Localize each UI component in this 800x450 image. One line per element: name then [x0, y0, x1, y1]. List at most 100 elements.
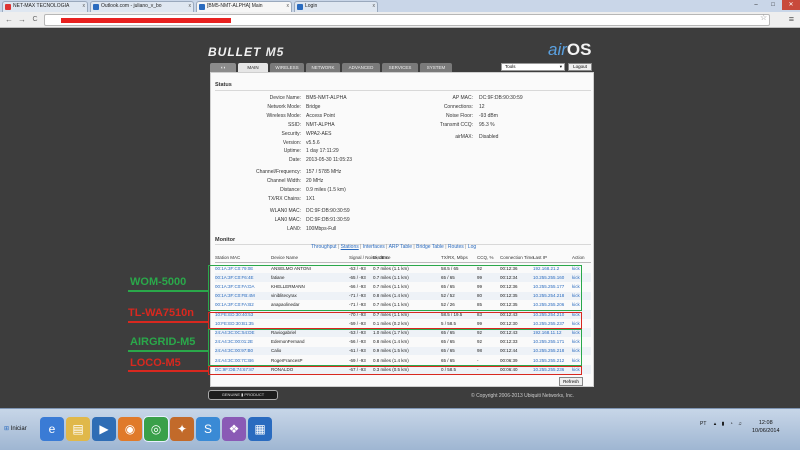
monitor-link-throughput[interactable]: Throughput — [311, 244, 337, 250]
monitor-link-log[interactable]: Log — [468, 244, 476, 250]
app-icon[interactable]: ▦ — [248, 417, 272, 441]
browser-tab[interactable]: Login x — [294, 1, 378, 12]
clock[interactable]: 12:08 10/06/2014 — [752, 419, 780, 435]
tab-label: [BM5-NMT-ALPHA] Main — [207, 3, 263, 9]
group-box-airgrid — [208, 329, 582, 366]
media-player-icon[interactable]: ▶ — [92, 417, 116, 441]
close-tab-icon[interactable]: x — [83, 2, 86, 11]
copyright-text: © Copyright 2006-2013 Ubiquiti Networks,… — [471, 393, 574, 399]
group-label-wom5000: WOM-5000 — [130, 276, 187, 288]
status-label: Connections: — [443, 103, 473, 110]
browser-tab[interactable]: NET-MAX TECNOLOGIA x — [2, 1, 88, 12]
column-header[interactable]: Distance — [373, 255, 391, 260]
status-label: AP MAC: — [452, 95, 473, 101]
close-tab-icon[interactable]: x — [189, 2, 192, 11]
status-value: DC:9F:DB:90:30:59 — [479, 95, 523, 101]
airos-prefix: air — [548, 40, 567, 59]
brand-model: M5 — [265, 45, 285, 59]
group-box-loco — [208, 366, 582, 375]
monitor-link-bridge-table[interactable]: Bridge Table — [416, 244, 444, 250]
header-divider — [215, 262, 591, 263]
tray-icons[interactable]: ▴ ▮ ◔ ♫ — [714, 421, 744, 427]
outlook-icon — [93, 4, 99, 10]
column-header[interactable]: Last IP — [533, 255, 547, 260]
status-value: 1X1 — [306, 195, 315, 202]
status-label: Channel Width: — [266, 178, 301, 185]
status-value: Disabled — [479, 133, 499, 140]
tools-select[interactable]: Tools ▾ — [501, 63, 565, 71]
clock-time: 12:08 — [758, 420, 773, 426]
close-tab-icon[interactable]: x — [373, 2, 376, 11]
close-tab-icon[interactable]: x — [287, 2, 290, 11]
status-label: LAN0: — [287, 225, 301, 232]
airos-logo: airOS — [548, 40, 591, 60]
firefox-icon[interactable]: ◉ — [118, 417, 142, 441]
page-icon — [297, 4, 303, 10]
status-value: 1 day 17:11:29 — [306, 148, 339, 155]
language-indicator[interactable]: PT — [700, 421, 706, 427]
windows-icon: ⊞ — [4, 426, 10, 432]
column-header[interactable]: Connection Time — [500, 255, 534, 260]
minimize-button[interactable]: – — [748, 0, 764, 10]
start-button[interactable]: ⊞ Iniciar — [2, 422, 32, 436]
system-tray: PT ▴ ▮ ◔ ♫ — [700, 421, 744, 427]
group-underline — [128, 370, 208, 372]
tab-wireless[interactable]: WIRELESS — [270, 63, 304, 72]
monitor-link-routes[interactable]: Routes — [448, 244, 464, 250]
monitor-link-interfaces[interactable]: Interfaces — [363, 244, 385, 250]
bookmark-star-icon[interactable]: ☆ — [760, 13, 767, 22]
status-value: 0.9 miles (1.5 km) — [306, 187, 346, 193]
chevron-down-icon: ▾ — [559, 64, 562, 69]
browser-tab-active[interactable]: [BM5-NMT-ALPHA] Main x — [196, 1, 292, 12]
column-header[interactable]: Station MAC — [215, 255, 240, 260]
address-bar[interactable] — [44, 14, 770, 26]
column-header[interactable]: Device Name — [271, 255, 298, 260]
status-label: Version: — [282, 139, 301, 146]
status-value: v5.5.6 — [306, 139, 320, 146]
monitor-link-arp-table[interactable]: ARP Table — [389, 244, 412, 250]
status-label: Security: — [281, 130, 301, 137]
status-value: DC:9F:DB:90:30:59 — [306, 207, 350, 214]
status-label: Device Name: — [269, 95, 301, 101]
skype-icon[interactable]: S — [196, 417, 220, 441]
status-label: Wireless Mode: — [266, 112, 301, 119]
browser-tab[interactable]: Outlook.com - juliano_v_bo x — [90, 1, 194, 12]
reload-button[interactable]: C — [30, 15, 40, 25]
group-box-tlwa7510n — [208, 312, 582, 329]
chrome-icon[interactable]: ◎ — [143, 416, 169, 442]
redacted-url — [61, 18, 231, 23]
close-window-button[interactable]: ✕ — [782, 0, 800, 10]
maximize-button[interactable]: □ — [765, 0, 781, 10]
monitor-link-stations[interactable]: Stations — [341, 244, 359, 250]
status-label: Date: — [289, 157, 301, 164]
favicon-icon — [5, 4, 11, 10]
column-header[interactable]: TX/RX, Mbps — [441, 255, 468, 260]
tab-advanced[interactable]: ADVANCED — [342, 63, 380, 72]
tools-select-value: Tools — [505, 64, 516, 69]
tab-services[interactable]: SERVICES — [382, 63, 418, 72]
menu-wrench-icon[interactable]: ≡ — [789, 14, 794, 24]
divider — [215, 90, 591, 91]
app-icon[interactable]: ✦ — [170, 417, 194, 441]
app-icon[interactable]: ❖ — [222, 417, 246, 441]
group-label-loco: LOCO-M5 — [130, 357, 181, 369]
status-value: 12 — [479, 103, 485, 110]
logout-button[interactable]: Logout — [568, 63, 592, 71]
ubnt-logo-icon[interactable]: ◖◗ — [210, 63, 236, 72]
back-button[interactable]: ← — [4, 15, 14, 25]
ie-icon[interactable]: e — [40, 417, 64, 441]
tab-network[interactable]: NETWORK — [306, 63, 340, 72]
refresh-button[interactable]: Refresh — [559, 377, 583, 386]
column-header[interactable]: CCQ, % — [477, 255, 494, 260]
forward-button[interactable]: → — [17, 15, 27, 25]
status-value: Access Point — [306, 112, 335, 119]
status-value: 100Mbps-Full — [306, 225, 337, 232]
tab-main[interactable]: MAIN — [238, 63, 268, 72]
tab-system[interactable]: SYSTEM — [420, 63, 452, 72]
group-box-wom5000 — [208, 265, 582, 311]
monitor-heading: Monitor — [215, 237, 236, 243]
status-value: BM5-NMT-ALPHA — [306, 95, 347, 101]
column-header[interactable]: Action — [572, 255, 585, 260]
group-underline — [128, 321, 208, 323]
folder-icon[interactable]: ▤ — [66, 417, 90, 441]
